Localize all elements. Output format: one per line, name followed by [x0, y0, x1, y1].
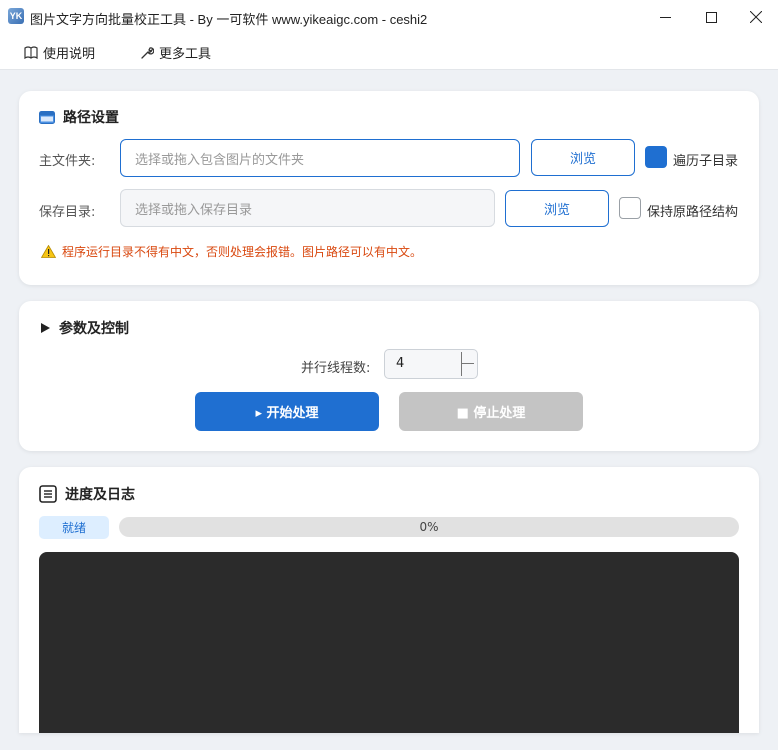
wrench-icon: [141, 46, 154, 59]
warning-message: 程序运行目录不得有中文，否则处理会报错。图片路径可以有中文。: [41, 243, 422, 260]
recursive-checkbox[interactable]: [645, 146, 667, 168]
menu-bar: 使用说明 更多工具: [0, 34, 778, 70]
params-card: 参数及控制 并行线程数: 4 ▸ 开始处理 ■ 停止处理: [19, 301, 759, 451]
log-header: 进度及日志: [39, 484, 135, 504]
params-title: 参数及控制: [59, 321, 129, 337]
log-document-icon: [39, 485, 57, 503]
warning-text: 程序运行目录不得有中文，否则处理会报错。图片路径可以有中文。: [62, 245, 423, 259]
maximize-icon: [705, 11, 717, 23]
main-folder-input[interactable]: 选择或拖入包含图片的文件夹: [120, 139, 520, 177]
main-folder-browse-button[interactable]: 浏览: [531, 139, 635, 176]
threads-label: 并行线程数:: [301, 361, 371, 376]
start-button[interactable]: ▸ 开始处理: [195, 392, 379, 431]
window-title: 图片文字方向批量校正工具 - By 一可软件 www.yikeaigc.com …: [30, 12, 428, 27]
minimize-button[interactable]: [642, 0, 688, 34]
main-folder-label: 主文件夹:: [39, 154, 96, 169]
status-badge: 就绪: [39, 516, 109, 539]
params-header[interactable]: 参数及控制: [39, 318, 129, 338]
stop-button: ■ 停止处理: [399, 392, 583, 431]
save-dir-placeholder: 选择或拖入保存目录: [135, 202, 253, 218]
main-folder-placeholder: 选择或拖入包含图片的文件夹: [135, 152, 305, 168]
close-icon: [750, 11, 762, 23]
save-dir-input[interactable]: 选择或拖入保存目录: [120, 189, 495, 227]
menu-tools-label: 更多工具: [159, 47, 212, 62]
progress-text: 0%: [419, 520, 439, 534]
save-dir-label: 保存目录:: [39, 205, 96, 220]
recursive-label: 遍历子目录: [673, 154, 739, 169]
log-title: 进度及日志: [65, 487, 135, 503]
close-button[interactable]: [733, 0, 778, 34]
title-bar: YK 图片文字方向批量校正工具 - By 一可软件 www.yikeaigc.c…: [0, 0, 778, 34]
menu-item-tools[interactable]: 更多工具: [140, 43, 211, 62]
log-card: 进度及日志 就绪 0%: [19, 467, 759, 733]
threads-value: 4: [396, 356, 405, 371]
book-icon: [24, 46, 38, 59]
path-settings-header: 路径设置: [39, 107, 119, 127]
threads-stepper-buttons[interactable]: [461, 352, 475, 376]
warning-icon: [41, 245, 56, 258]
minimize-icon: [659, 16, 671, 18]
expand-triangle-icon: [41, 323, 50, 333]
threads-spinbox[interactable]: 4: [384, 349, 478, 379]
menu-item-guide[interactable]: 使用说明: [24, 43, 95, 62]
app-logo-icon: YK: [8, 8, 24, 24]
path-settings-title: 路径设置: [63, 110, 119, 126]
save-dir-browse-button[interactable]: 浏览: [505, 190, 609, 227]
log-output[interactable]: [39, 552, 739, 733]
keep-structure-label: 保持原路径结构: [647, 205, 739, 220]
progress-bar: 0%: [119, 517, 739, 537]
maximize-button[interactable]: [688, 0, 734, 34]
menu-guide-label: 使用说明: [43, 47, 96, 62]
path-settings-card: 路径设置 主文件夹: 选择或拖入包含图片的文件夹 浏览 遍历子目录 保存目录: …: [19, 91, 759, 285]
folder-icon: [39, 111, 55, 124]
keep-structure-checkbox[interactable]: [619, 197, 641, 219]
